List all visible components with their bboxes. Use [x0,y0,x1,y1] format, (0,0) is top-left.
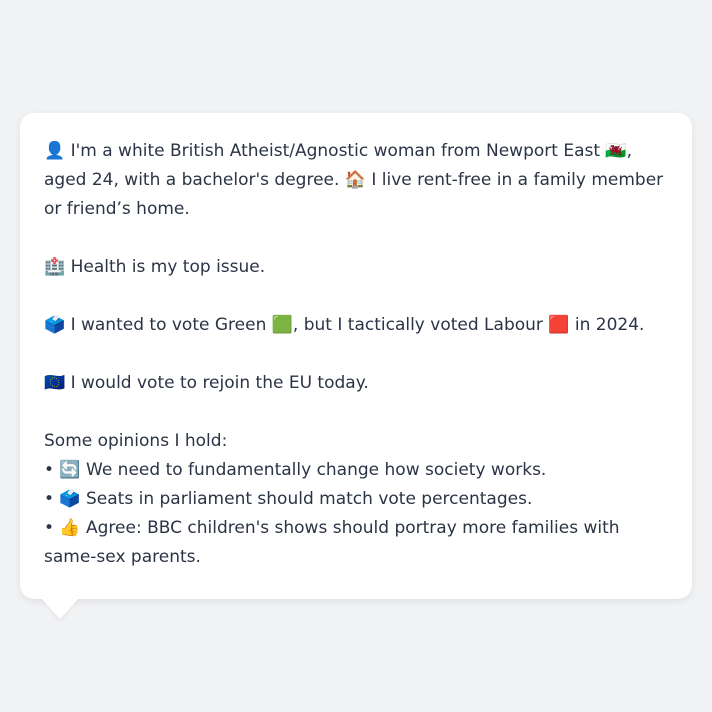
opinion-item: • 🗳️ Seats in parliament should match vo… [44,489,533,509]
bubble-tail [41,598,79,619]
opinions-heading: Some opinions I hold: [44,431,228,451]
top-issue-text: 🏥 Health is my top issue. [44,257,266,277]
vote-text: 🗳️ I wanted to vote Green 🟩, but I tacti… [44,315,645,335]
opinion-item: • 🔄 We need to fundamentally change how … [44,460,547,480]
eu-text: 🇪🇺 I would vote to rejoin the EU today. [44,373,369,393]
opinion-item: • 👍 Agree: BBC children's shows should p… [44,518,620,567]
message-bubble: 👤 I'm a white British Atheist/Agnostic w… [20,113,692,599]
intro-text: 👤 I'm a white British Atheist/Agnostic w… [44,141,664,219]
